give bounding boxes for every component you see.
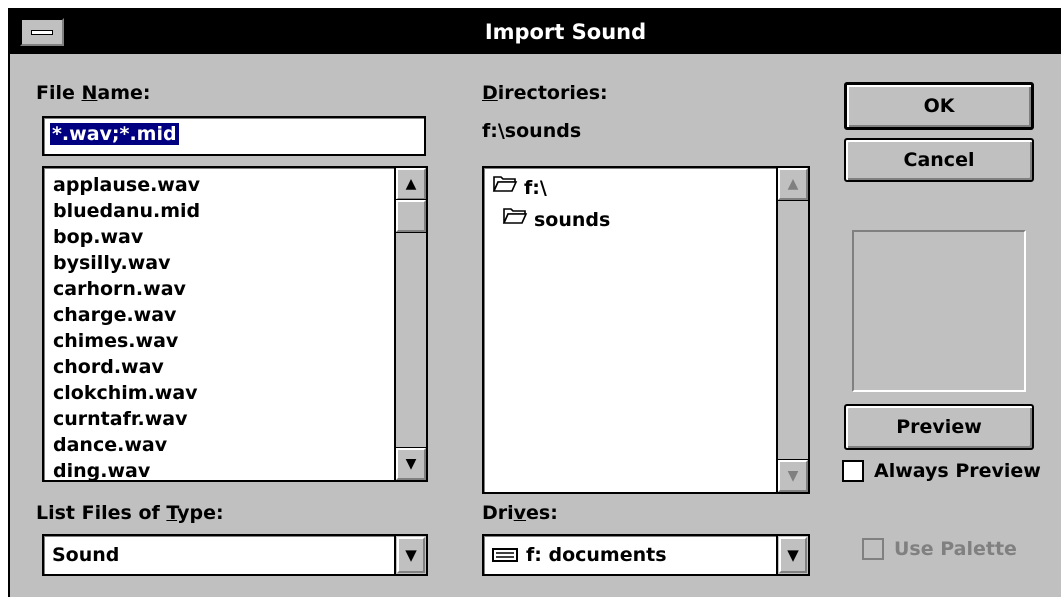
dropdown-arrow-icon: ▼ xyxy=(397,537,425,573)
import-sound-dialog: Import Sound File Name: *.wav;*.mid appl… xyxy=(8,8,1061,597)
drive-label: f: documents xyxy=(526,544,667,566)
preview-area xyxy=(852,230,1026,392)
directories-label: Directories: xyxy=(482,82,608,104)
file-type-dropdown-button[interactable]: ▼ xyxy=(394,536,426,574)
directory-item[interactable]: f:\ xyxy=(492,172,610,204)
directory-listbox[interactable]: f:\ sounds ▲ ▼ xyxy=(482,166,810,494)
file-list-item[interactable]: applause.wav xyxy=(53,172,392,198)
always-preview-checkbox[interactable]: Always Preview xyxy=(842,460,1041,482)
file-list-item[interactable]: ding.wav xyxy=(53,458,392,480)
always-preview-label: Always Preview xyxy=(874,460,1041,482)
file-type-value: Sound xyxy=(52,544,120,566)
scroll-down-arrow-icon[interactable]: ▼ xyxy=(777,459,809,493)
file-list-item[interactable]: chord.wav xyxy=(53,354,392,380)
file-list-item[interactable]: bluedanu.mid xyxy=(53,198,392,224)
checkbox-box xyxy=(862,538,884,560)
drives-dropdown[interactable]: f: documents ▼ xyxy=(482,534,810,576)
title-bar[interactable]: Import Sound xyxy=(10,10,1061,54)
window-title: Import Sound xyxy=(484,20,647,44)
file-name-input[interactable]: *.wav;*.mid xyxy=(42,116,426,156)
scroll-up-arrow-icon[interactable]: ▲ xyxy=(777,167,809,201)
file-list-item[interactable]: chimes.wav xyxy=(53,328,392,354)
preview-button[interactable]: Preview xyxy=(844,404,1034,450)
use-palette-checkbox: Use Palette xyxy=(862,538,1017,560)
open-folder-icon xyxy=(502,204,528,236)
directory-label: sounds xyxy=(534,209,611,231)
scroll-up-arrow-icon[interactable]: ▲ xyxy=(395,168,426,201)
directory-list: f:\ sounds xyxy=(492,172,610,236)
cancel-button[interactable]: Cancel xyxy=(844,138,1034,182)
scroll-down-arrow-icon[interactable]: ▼ xyxy=(395,447,426,480)
file-list-scrollbar[interactable]: ▲ ▼ xyxy=(394,168,426,480)
file-list: applause.wav bluedanu.mid bop.wav bysilly.w… xyxy=(53,172,392,480)
directory-list-scrollbar[interactable]: ▲ ▼ xyxy=(776,167,809,493)
network-drive-icon xyxy=(492,548,518,562)
use-palette-label: Use Palette xyxy=(894,538,1017,560)
file-list-item[interactable]: clokchim.wav xyxy=(53,380,392,406)
drives-label: Drives: xyxy=(482,502,558,524)
drives-dropdown-button[interactable]: ▼ xyxy=(776,536,808,574)
file-listbox[interactable]: applause.wav bluedanu.mid bop.wav bysilly.w… xyxy=(42,166,428,482)
file-list-item[interactable]: curntafr.wav xyxy=(53,406,392,432)
scroll-thumb[interactable] xyxy=(395,199,426,233)
open-folder-icon xyxy=(492,172,518,204)
file-list-item[interactable]: charge.wav xyxy=(53,302,392,328)
file-list-item[interactable]: carhorn.wav xyxy=(53,276,392,302)
directory-item[interactable]: sounds xyxy=(492,204,610,236)
file-type-label: List Files of Type: xyxy=(36,502,224,524)
drives-value: f: documents xyxy=(492,536,667,574)
file-name-value: *.wav;*.mid xyxy=(50,123,179,145)
ok-button[interactable]: OK xyxy=(844,82,1034,130)
dropdown-arrow-icon: ▼ xyxy=(779,537,807,573)
file-list-item[interactable]: bysilly.wav xyxy=(53,250,392,276)
file-name-label: File Name: xyxy=(36,82,151,104)
file-list-item[interactable]: dance.wav xyxy=(53,432,392,458)
file-list-item[interactable]: bop.wav xyxy=(53,224,392,250)
file-type-dropdown[interactable]: Sound ▼ xyxy=(42,534,428,576)
directory-label: f:\ xyxy=(524,177,547,199)
current-directory-path: f:\sounds xyxy=(482,120,582,142)
checkbox-box[interactable] xyxy=(842,460,864,482)
